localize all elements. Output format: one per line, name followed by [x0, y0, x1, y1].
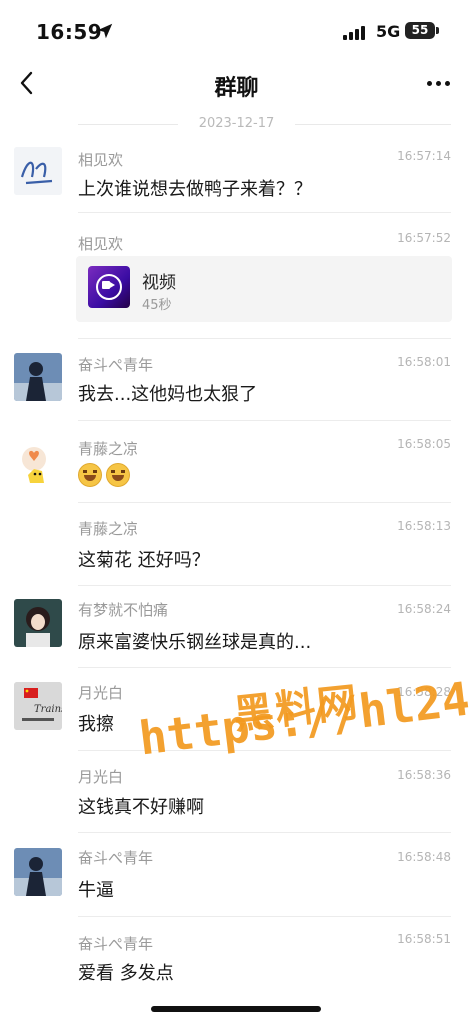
status-bar: 16:59 5G 55 [0, 0, 473, 60]
anime-girl-avatar-icon [14, 599, 62, 647]
sender-name: 奋斗ぺ青年 [78, 356, 154, 374]
home-indicator[interactable] [151, 1006, 321, 1012]
location-arrow-icon [97, 23, 113, 39]
avatar[interactable] [14, 848, 62, 896]
message-text[interactable]: 原来富婆快乐钢丝球是真的... [78, 628, 311, 654]
signal-icon [343, 24, 369, 40]
avatar[interactable] [14, 599, 62, 647]
avatar[interactable] [14, 353, 62, 401]
nav-bar: 群聊 [0, 60, 473, 108]
message-time: 16:58:13 [397, 519, 451, 533]
message-time: 16:58:48 [397, 850, 451, 864]
battery-icon: 55 [405, 22, 435, 39]
battery-cap [436, 27, 439, 34]
divider [78, 585, 451, 586]
laughing-crying-emoji-icon [78, 463, 102, 487]
status-time: 16:59 [36, 20, 103, 44]
divider [78, 832, 451, 833]
date-divider: 2023-12-17 [0, 112, 473, 136]
sender-name: 青藤之凉 [78, 440, 139, 458]
divider [78, 338, 451, 339]
message-time: 16:58:24 [397, 602, 451, 616]
sender-name: 月光白 [78, 768, 124, 786]
message-time: 16:57:52 [397, 231, 451, 245]
flag-avatar-icon: Trains [14, 682, 62, 730]
sender-name: 奋斗ぺ青年 [78, 849, 154, 867]
sender-name: 奋斗ぺ青年 [78, 935, 154, 953]
sender-name: 有梦就不怕痛 [78, 601, 169, 619]
pikachu-avatar-icon [14, 439, 62, 487]
handwriting-avatar-icon [14, 147, 62, 195]
video-duration: 45秒 [142, 298, 172, 313]
avatar[interactable] [14, 439, 62, 487]
sender-name: 月光白 [78, 684, 124, 702]
more-icon[interactable] [424, 70, 454, 96]
video-message-card[interactable]: 视频 45秒 [76, 256, 452, 322]
network-type: 5G [376, 22, 401, 41]
avatar[interactable]: Trains [14, 682, 62, 730]
sender-name: 相见欢 [78, 151, 124, 169]
divider [78, 667, 451, 668]
page-title: 群聊 [214, 76, 259, 101]
message-time: 16:57:14 [397, 149, 451, 163]
message-text[interactable]: 这钱真不好赚啊 [78, 793, 204, 819]
divider [78, 420, 451, 421]
message-text[interactable]: 牛逼 [78, 876, 114, 902]
message-text[interactable]: 我擦 [78, 710, 114, 736]
message-time: 16:58:36 [397, 768, 451, 782]
person-avatar-icon [14, 353, 62, 401]
message-text[interactable]: 这菊花 还好吗？ [78, 546, 210, 572]
message-time: 16:58:05 [397, 437, 451, 451]
divider [78, 502, 451, 503]
laughing-crying-emoji-icon [106, 463, 130, 487]
message-time: 16:58:01 [397, 355, 451, 369]
svg-text:Trains: Trains [34, 704, 62, 715]
person-avatar-icon [14, 848, 62, 896]
message-text[interactable]: 上次谁说想去做鸭子来着？？ [78, 175, 312, 201]
sender-name: 相见欢 [78, 235, 124, 253]
video-title: 视频 [142, 273, 176, 293]
message-text[interactable]: 爱看 多发点 [78, 959, 174, 985]
video-icon [88, 266, 130, 308]
sender-name: 青藤之凉 [78, 520, 139, 538]
avatar[interactable] [14, 147, 62, 195]
message-text[interactable]: 我去...这他妈也太狠了 [78, 380, 257, 406]
divider [78, 916, 451, 917]
message-time: 16:58:51 [397, 932, 451, 946]
emoji-message[interactable] [78, 463, 134, 492]
divider [78, 212, 451, 213]
